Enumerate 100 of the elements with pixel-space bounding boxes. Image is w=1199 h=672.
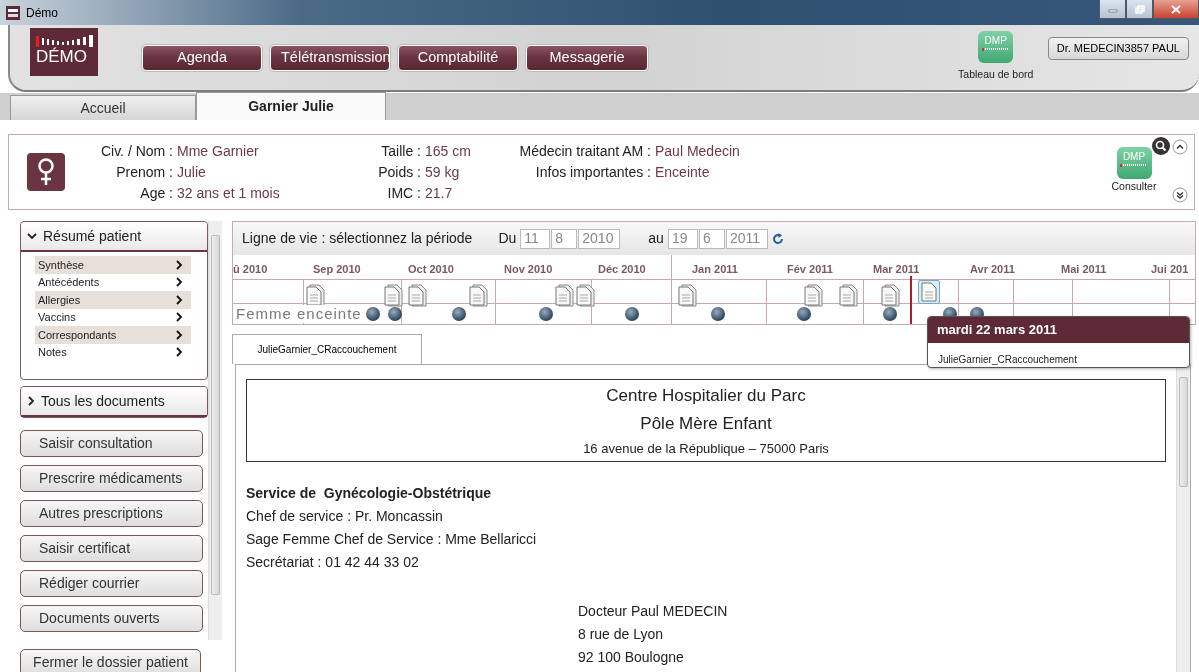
window-title: Démo [26, 4, 58, 22]
document-icon[interactable] [678, 283, 698, 307]
month-label: Jan 2011 [692, 262, 738, 277]
service-line: Chef de service : Pr. Moncassin [246, 507, 444, 526]
sidebar-button[interactable]: Autres prescriptions [20, 500, 203, 527]
document-icon[interactable] [839, 283, 859, 307]
section-header[interactable]: Tous les documents [21, 387, 207, 417]
sidebar-item[interactable]: Vaccins [35, 308, 191, 326]
event-marker[interactable] [452, 307, 466, 321]
document-icon[interactable] [306, 283, 326, 307]
month-label: Mar 2011 [873, 262, 920, 277]
month-label: Jui 201 [1151, 262, 1189, 277]
consult-label: Consulter [1111, 179, 1157, 194]
document-scrollbar[interactable] [1176, 365, 1190, 672]
event-marker[interactable] [539, 307, 553, 321]
chevron-right-icon [176, 277, 183, 288]
event-marker[interactable] [366, 307, 380, 321]
month-label: Fév 2011 [787, 262, 833, 277]
sidebar-item[interactable]: Antécédents [35, 273, 191, 291]
dmp-bars-icon [981, 46, 1010, 52]
date-field[interactable]: 11 [520, 228, 551, 249]
nav-button[interactable]: Agenda [142, 45, 262, 71]
date-field[interactable]: 19 [667, 228, 698, 249]
month-label: Sep 2010 [313, 262, 361, 277]
event-marker[interactable] [625, 307, 639, 321]
field-value: 165 cm [425, 142, 472, 161]
expand-down-icon[interactable] [1172, 187, 1188, 203]
nav-button[interactable]: Télétransmission [270, 45, 390, 71]
sidebar-item[interactable]: Correspondants [35, 326, 191, 344]
field-value: 32 ans et 1 mois [177, 184, 281, 203]
event-marker[interactable] [883, 307, 897, 321]
date-field[interactable]: 2010 [578, 228, 621, 249]
from-label: Du [498, 229, 517, 248]
sidebar-scrollbar[interactable] [208, 221, 222, 640]
field-label: Infos importantes : [534, 163, 652, 182]
nav-button[interactable]: Comptabilité [398, 45, 518, 71]
service-title: Service de Gynécologie-Obstétrique [246, 484, 493, 503]
month-label: Oct 2010 [408, 262, 454, 277]
sidebar-button[interactable]: Saisir consultation [20, 430, 203, 457]
chevron-down-icon [27, 232, 37, 240]
to-label: au [648, 229, 664, 248]
chevron-right-icon [176, 329, 183, 340]
letterhead-line: Centre Hospitalier du Parc [605, 385, 807, 407]
tooltip-item[interactable]: JulieGarnier_CRaccouchement [928, 342, 1189, 367]
close-button[interactable] [1153, 0, 1199, 19]
patient-tab[interactable]: Accueil [10, 95, 196, 120]
chevron-right-icon [176, 312, 183, 323]
month-label: Nov 2010 [504, 262, 553, 277]
field-label: Age : [139, 184, 174, 203]
field-value: Paul Medecin [655, 142, 741, 161]
section-title: Tous les documents [41, 391, 165, 411]
document-tab[interactable]: JulieGarnier_CRaccouchement [232, 334, 422, 364]
chevron-right-icon [176, 347, 183, 358]
event-marker[interactable] [388, 307, 402, 321]
letterhead-line: Pôle Mère Enfant [639, 413, 773, 435]
section-header[interactable]: Résumé patient [21, 222, 207, 252]
female-icon [37, 158, 55, 186]
restore-button[interactable] [1126, 0, 1153, 19]
document-icon[interactable] [408, 283, 428, 307]
logo-bars-icon [36, 34, 94, 48]
sidebar-item[interactable]: Allergies [35, 291, 191, 309]
tooltip-date: mardi 22 mars 2011 [928, 317, 1189, 343]
chevron-right-icon [27, 396, 35, 406]
patient-tab[interactable]: Garnier Julie [196, 92, 386, 120]
item-label: Notes [38, 345, 67, 360]
chevron-right-icon [176, 259, 183, 270]
close-icon [1171, 4, 1181, 14]
close-record-button[interactable]: Fermer le dossier patient [20, 649, 201, 672]
sidebar-button[interactable]: Documents ouverts [20, 605, 203, 632]
date-field[interactable]: 8 [551, 228, 578, 249]
dashboard-label: Tableau de bord [958, 67, 1034, 82]
sidebar-item[interactable]: Notes [35, 343, 191, 361]
restore-icon [1134, 4, 1145, 14]
sidebar-item[interactable]: Synthèse [35, 256, 191, 274]
event-marker[interactable] [797, 307, 811, 321]
date-field[interactable]: 2011 [725, 228, 768, 249]
section-title: Résumé patient [43, 226, 142, 246]
recipient-line: 92 100 Boulogne [578, 648, 685, 667]
logo-text: DÉMO [36, 48, 87, 66]
sidebar-button[interactable]: Prescrire médicaments [20, 465, 203, 492]
item-label: Vaccins [38, 310, 76, 325]
refresh-icon[interactable] [771, 232, 784, 245]
app-icon [6, 5, 20, 20]
document-icon[interactable] [576, 283, 596, 307]
field-label: Médecin traitant AM : [518, 142, 652, 161]
date-field[interactable]: 6 [698, 228, 725, 249]
track-label: Femme enceinte [235, 305, 363, 323]
field-value: 21.7 [425, 184, 454, 203]
event-marker[interactable] [711, 307, 725, 321]
sidebar-button[interactable]: Saisir certificat [20, 535, 203, 562]
search-icon[interactable] [1152, 137, 1170, 155]
collapse-up-icon[interactable] [1172, 139, 1188, 155]
minimize-button[interactable] [1099, 0, 1126, 19]
month-label: Mai 2011 [1061, 262, 1107, 277]
sidebar-button[interactable]: Rédiger courrier [20, 570, 203, 597]
user-button[interactable]: Dr. MEDECIN3857 PAUL [1047, 37, 1189, 60]
month-label: Déc 2010 [598, 262, 646, 277]
field-label: Prenom : [115, 163, 174, 182]
nav-button[interactable]: Messagerie [526, 45, 648, 71]
item-label: Synthèse [38, 257, 84, 273]
